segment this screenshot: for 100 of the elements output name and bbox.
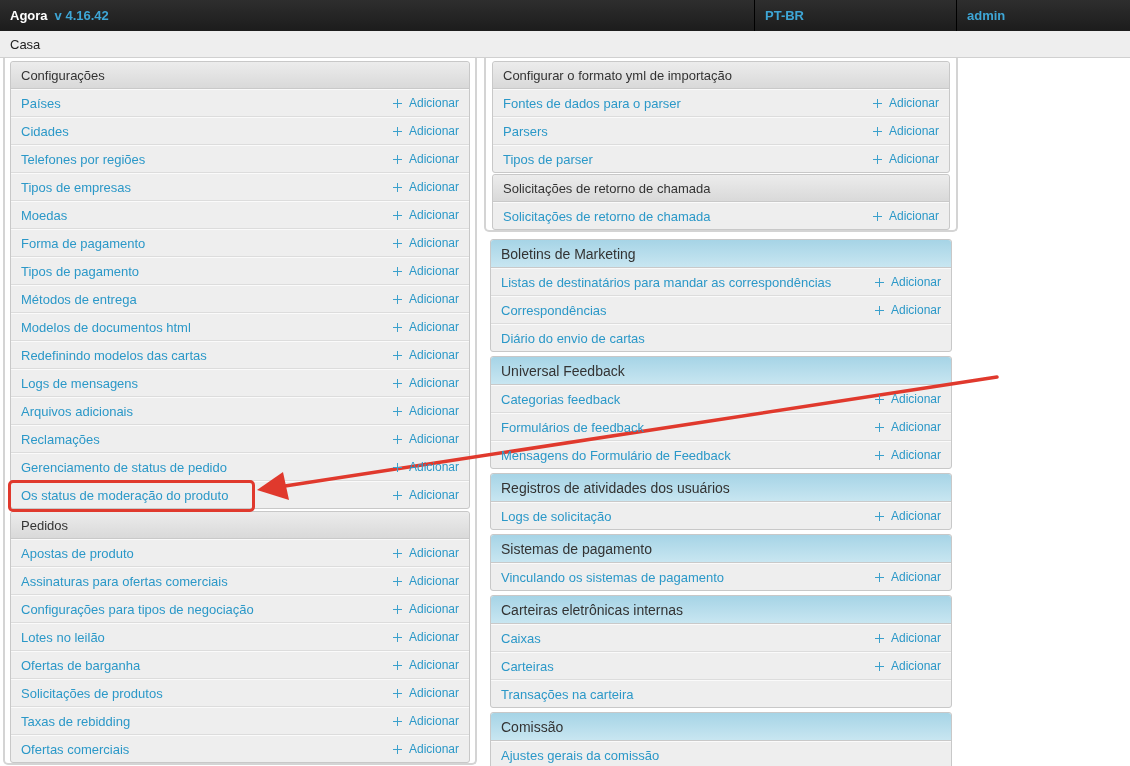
item-link[interactable]: Lotes no leilão — [21, 629, 105, 645]
add-link[interactable]: Adicionar — [408, 630, 459, 644]
add-link[interactable]: Adicionar — [408, 208, 459, 222]
item-link[interactable]: Forma de pagamento — [21, 235, 146, 251]
item-link[interactable]: Listas de destinatários para mandar as correspondências — [501, 274, 832, 290]
module-title: Boletins de Marketing — [501, 245, 636, 262]
item-link[interactable]: Logs de solicitação — [501, 508, 612, 524]
item-link[interactable]: Solicitações de retorno de chamada — [503, 208, 711, 224]
module-title: Pedidos — [21, 517, 68, 533]
add-link[interactable]: Adicionar — [888, 209, 939, 223]
plus-icon — [872, 211, 882, 221]
plus-icon — [392, 688, 402, 698]
item-link[interactable]: Caixas — [501, 630, 541, 646]
add-link[interactable]: Adicionar — [408, 714, 459, 728]
add-link[interactable]: Adicionar — [408, 686, 459, 700]
item-link[interactable]: Modelos de documentos html — [21, 319, 191, 335]
add-link[interactable]: Adicionar — [408, 180, 459, 194]
item-link[interactable]: Países — [21, 95, 61, 111]
item-link[interactable]: Fontes de dados para o parser — [503, 95, 681, 111]
add-link[interactable]: Adicionar — [408, 404, 459, 418]
item-link[interactable]: Tipos de empresas — [21, 179, 132, 195]
plus-icon — [392, 490, 402, 500]
add-link[interactable]: Adicionar — [888, 96, 939, 110]
item-link[interactable]: Métodos de entrega — [21, 291, 137, 307]
item-link[interactable]: Ofertas comerciais — [21, 741, 130, 757]
item-link[interactable]: Configurações para tipos de negociação — [21, 601, 254, 617]
add-link[interactable]: Adicionar — [408, 658, 459, 672]
plus-icon — [392, 434, 402, 444]
add-link[interactable]: Adicionar — [890, 420, 941, 434]
item-link[interactable]: Redefinindo modelos das cartas — [21, 347, 207, 363]
item-link[interactable]: Transações na carteira — [501, 686, 634, 702]
plus-icon — [874, 450, 884, 460]
item-link[interactable]: Tipos de parser — [503, 151, 593, 167]
item-link[interactable]: Reclamações — [21, 431, 100, 447]
item-link[interactable]: Tipos de pagamento — [21, 263, 140, 279]
item-link[interactable]: Telefones por regiões — [21, 151, 146, 167]
plus-icon — [392, 660, 402, 670]
plus-icon — [392, 210, 402, 220]
plus-icon — [392, 406, 402, 416]
add-link[interactable]: Adicionar — [888, 124, 939, 138]
add-link[interactable]: Adicionar — [408, 320, 459, 334]
item-link[interactable]: Mensagens do Formulário de Feedback — [501, 447, 731, 463]
item-link[interactable]: Os status de moderação do produto — [21, 487, 229, 503]
item-link[interactable]: Arquivos adicionais — [21, 403, 133, 419]
module-title: Sistemas de pagamento — [501, 540, 652, 557]
add-link[interactable]: Adicionar — [408, 460, 459, 474]
version-label: v 4.16.42 — [54, 8, 109, 23]
user-link[interactable]: admin — [967, 8, 1006, 23]
add-link[interactable]: Adicionar — [890, 659, 941, 673]
item-link[interactable]: Gerenciamento de status de pedido — [21, 459, 227, 475]
add-link[interactable]: Adicionar — [408, 432, 459, 446]
add-link[interactable]: Adicionar — [408, 292, 459, 306]
add-link[interactable]: Adicionar — [408, 348, 459, 362]
language-link[interactable]: PT-BR — [765, 8, 804, 23]
plus-icon — [392, 266, 402, 276]
plus-icon — [392, 576, 402, 586]
add-link[interactable]: Adicionar — [408, 574, 459, 588]
add-link[interactable]: Adicionar — [408, 236, 459, 250]
item-link[interactable]: Taxas de rebidding — [21, 713, 131, 729]
item-link[interactable]: Solicitações de produtos — [21, 685, 163, 701]
add-link[interactable]: Adicionar — [890, 509, 941, 523]
add-link[interactable]: Adicionar — [408, 488, 459, 502]
plus-icon — [874, 305, 884, 315]
item-link[interactable]: Apostas de produto — [21, 545, 134, 561]
item-link[interactable]: Assinaturas para ofertas comerciais — [21, 573, 228, 589]
item-link[interactable]: Categorias feedback — [501, 391, 621, 407]
item-link[interactable]: Cidades — [21, 123, 69, 139]
item-link[interactable]: Parsers — [503, 123, 548, 139]
add-link[interactable]: Adicionar — [408, 124, 459, 138]
brand-name[interactable]: Agora — [10, 8, 48, 23]
plus-icon — [874, 511, 884, 521]
add-link[interactable]: Adicionar — [890, 448, 941, 462]
item-link[interactable]: Logs de mensagens — [21, 375, 139, 391]
item-link[interactable]: Moedas — [21, 207, 68, 223]
item-link[interactable]: Vinculando os sistemas de pagamento — [501, 569, 725, 585]
add-link[interactable]: Adicionar — [890, 570, 941, 584]
item-link[interactable]: Ofertas de barganha — [21, 657, 141, 673]
plus-icon — [392, 294, 402, 304]
item-link[interactable]: Correspondências — [501, 302, 607, 318]
plus-icon — [874, 572, 884, 582]
add-link[interactable]: Adicionar — [890, 392, 941, 406]
add-link[interactable]: Adicionar — [408, 742, 459, 756]
plus-icon — [392, 716, 402, 726]
add-link[interactable]: Adicionar — [408, 264, 459, 278]
plus-icon — [872, 154, 882, 164]
add-link[interactable]: Adicionar — [890, 631, 941, 645]
add-link[interactable]: Adicionar — [408, 546, 459, 560]
add-link[interactable]: Adicionar — [408, 96, 459, 110]
add-link[interactable]: Adicionar — [890, 303, 941, 317]
add-link[interactable]: Adicionar — [408, 376, 459, 390]
add-link[interactable]: Adicionar — [408, 602, 459, 616]
item-link[interactable]: Ajustes gerais da comissão — [501, 747, 660, 763]
add-link[interactable]: Adicionar — [408, 152, 459, 166]
item-link[interactable]: Carteiras — [501, 658, 554, 674]
item-link[interactable]: Formulários de feedback — [501, 419, 645, 435]
add-link[interactable]: Adicionar — [888, 152, 939, 166]
module-title: Configurar o formato yml de importação — [503, 67, 733, 83]
item-link[interactable]: Diário do envio de cartas — [501, 330, 645, 346]
breadcrumb-link[interactable]: Casa — [10, 36, 41, 52]
add-link[interactable]: Adicionar — [890, 275, 941, 289]
